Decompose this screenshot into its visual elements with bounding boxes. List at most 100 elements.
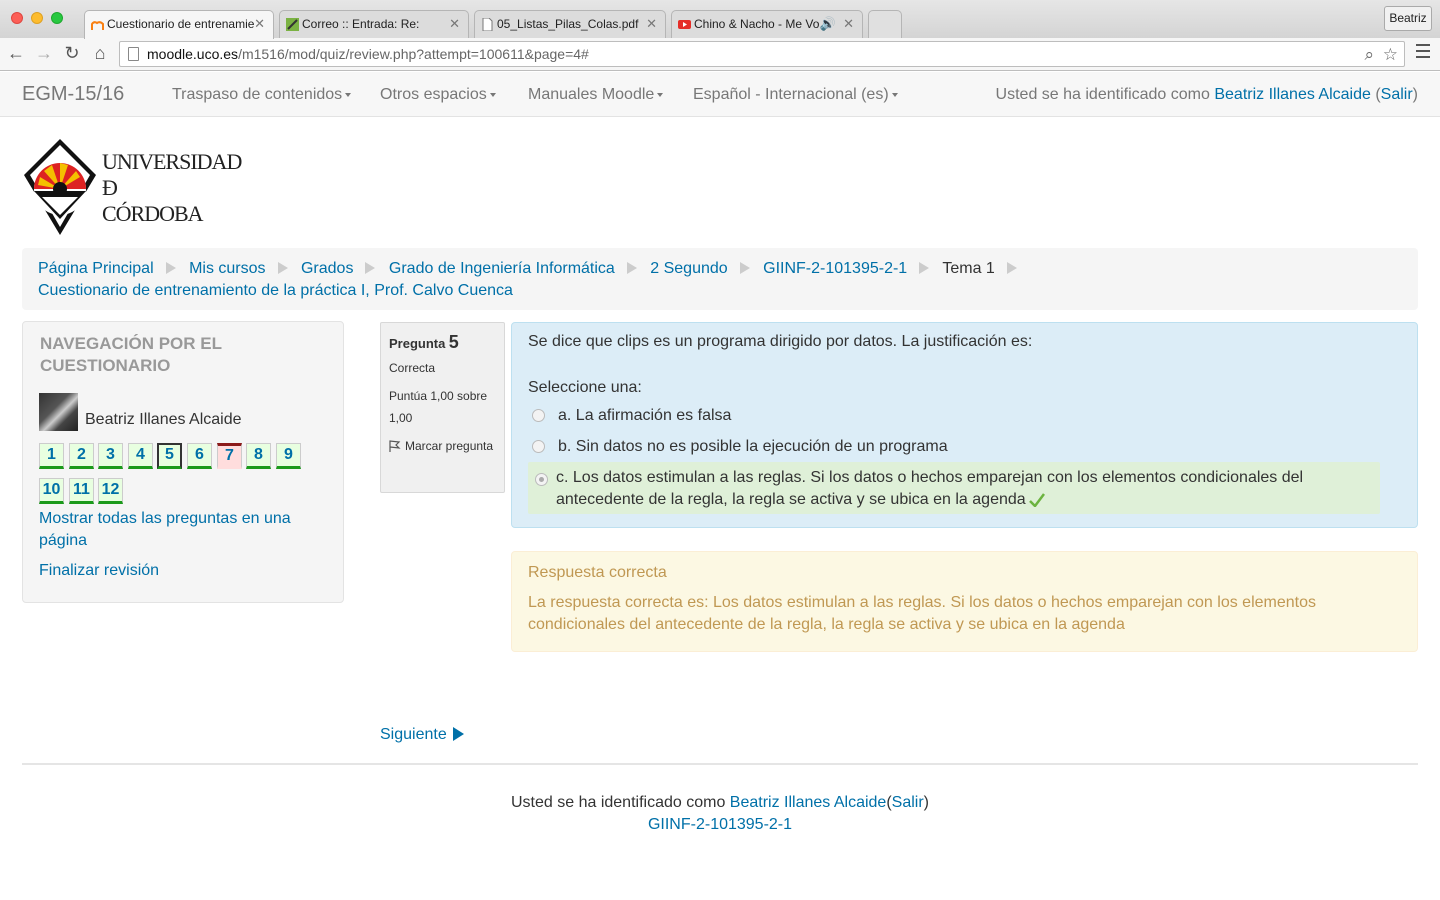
menu-manuales[interactable]: Manuales Moodle <box>528 86 664 104</box>
login-prefix: Usted se ha identificado como <box>995 86 1215 103</box>
radio-c[interactable] <box>535 473 548 486</box>
url-path: /m1516/mod/quiz/review.php?attempt=10061… <box>238 46 589 62</box>
question-info: Pregunta 5 Correcta Puntúa 1,00 sobre 1,… <box>380 322 505 493</box>
moodle-icon <box>91 21 104 30</box>
university-logo[interactable]: UNIVERSIDAD Ð CÓRDOBA <box>22 137 242 237</box>
breadcrumb-my-courses[interactable]: Mis cursos <box>189 260 265 277</box>
footer-course-link[interactable]: GIINF-2-101395-2-1 <box>648 816 792 833</box>
caret-down-icon <box>345 92 352 97</box>
close-tab-icon[interactable]: ✕ <box>646 11 657 37</box>
window-minimize-button[interactable] <box>31 12 43 24</box>
breadcrumb-year[interactable]: 2 Segundo <box>650 260 727 277</box>
window-maximize-button[interactable] <box>51 12 63 24</box>
close-tab-icon[interactable]: 🔊 <box>820 11 836 37</box>
breadcrumb-grados[interactable]: Grados <box>301 260 353 277</box>
breadcrumb-separator-icon <box>165 262 176 274</box>
close-tab-icon[interactable]: ✕ <box>843 11 854 37</box>
menu-label: Manuales Moodle <box>528 86 655 103</box>
feedback-box: Respuesta correcta La respuesta correcta… <box>511 551 1418 652</box>
quiz-nav-button-6[interactable]: 6 <box>187 443 212 469</box>
option-text: b. Sin datos no es posible la ejecución … <box>558 438 948 455</box>
site-brand-link[interactable]: EGM-15/16 <box>22 83 124 106</box>
forward-arrow-icon[interactable]: → <box>33 42 55 64</box>
breadcrumb-quiz[interactable]: Cuestionario de entrenamiento de la prác… <box>38 282 513 299</box>
new-tab-button[interactable] <box>868 10 902 38</box>
home-icon[interactable]: ⌂ <box>89 42 111 64</box>
question-state: Correcta <box>389 361 436 375</box>
menu-otros-espacios[interactable]: Otros espacios <box>380 86 496 104</box>
quiz-nav-button-4[interactable]: 4 <box>128 443 153 469</box>
close-tab-icon[interactable]: ✕ <box>449 11 460 37</box>
breadcrumb-section: Tema 1 <box>942 260 995 277</box>
address-bar[interactable]: moodle.uco.es/m1516/mod/quiz/review.php?… <box>119 41 1405 67</box>
page-icon <box>128 47 139 61</box>
breadcrumb-separator-icon <box>919 262 930 274</box>
quiz-nav-button-10[interactable]: 10 <box>39 478 64 504</box>
browser-tab-mail[interactable]: Correo :: Entrada: Re: ✕ <box>279 10 469 38</box>
zoom-icon[interactable]: ⌕ <box>1364 44 1374 66</box>
avatar[interactable] <box>39 393 78 431</box>
flag-label: Marcar pregunta <box>405 439 494 453</box>
footer-user-link[interactable]: Beatriz Illanes Alcaide <box>730 794 887 811</box>
breadcrumb-separator-icon <box>739 262 750 274</box>
back-arrow-icon[interactable]: ← <box>5 42 27 64</box>
play-arrow-icon <box>452 727 464 741</box>
option-text: c. Los datos estimulan a las reglas. Si … <box>556 469 1304 508</box>
show-all-questions-link[interactable]: Mostrar todas las preguntas en una págin… <box>39 508 299 552</box>
tab-title: Chino & Nacho - Me Vo <box>694 17 820 31</box>
caret-down-icon <box>891 92 898 97</box>
finish-review-link[interactable]: Finalizar revisión <box>39 560 159 582</box>
profile-button[interactable]: Beatriz <box>1384 6 1432 31</box>
menu-traspaso[interactable]: Traspaso de contenidos <box>172 86 352 104</box>
quiz-nav-button-7[interactable]: 7 <box>217 443 242 469</box>
footer-login-info: Usted se ha identificado como Beatriz Il… <box>511 794 929 811</box>
quiz-nav-button-2[interactable]: 2 <box>69 443 94 469</box>
browser-tab-strip: Cuestionario de entrenamie ✕ Correo :: E… <box>0 0 1440 39</box>
site-navbar: EGM-15/16 Traspaso de contenidos Otros e… <box>0 72 1440 117</box>
browser-tab-pdf[interactable]: 05_Listas_Pilas_Colas.pdf ✕ <box>474 10 666 38</box>
question-label: Pregunta <box>389 336 446 351</box>
next-page-link[interactable]: Siguiente <box>380 726 464 744</box>
breadcrumb-course[interactable]: GIINF-2-101395-2-1 <box>763 260 907 277</box>
reload-icon[interactable]: ↻ <box>61 42 83 64</box>
quiz-nav-button-11[interactable]: 11 <box>69 478 94 504</box>
flag-question[interactable]: Marcar pregunta <box>389 435 496 457</box>
user-profile-link[interactable]: Beatriz Illanes Alcaide <box>1214 86 1371 103</box>
window-close-button[interactable] <box>11 12 23 24</box>
quiz-nav-title: NAVEGACIÓN POR EL CUESTIONARIO <box>40 334 222 375</box>
next-label: Siguiente <box>380 726 447 743</box>
menu-language[interactable]: Español - Internacional (es) <box>693 86 898 104</box>
footer: Usted se ha identificado como Beatriz Il… <box>0 792 1440 836</box>
feedback-body: La respuesta correcta es: Los datos esti… <box>528 594 1316 633</box>
mail-icon <box>286 18 299 31</box>
quiz-nav-button-9[interactable]: 9 <box>276 443 301 469</box>
breadcrumb-separator-icon <box>1006 262 1017 274</box>
question-text: Se dice que clips es un programa dirigid… <box>528 333 1033 350</box>
bookmark-star-icon[interactable]: ☆ <box>1383 44 1398 66</box>
divider <box>22 763 1418 765</box>
logout-link[interactable]: Salir <box>1381 86 1413 103</box>
answer-option-c[interactable]: c. Los datos estimulan a las reglas. Si … <box>528 462 1380 514</box>
quiz-nav-button-8[interactable]: 8 <box>246 443 271 469</box>
university-name: UNIVERSIDAD Ð CÓRDOBA <box>102 149 242 227</box>
breadcrumb-home[interactable]: Página Principal <box>38 260 154 277</box>
flag-icon <box>389 440 401 452</box>
quiz-nav-button-1[interactable]: 1 <box>39 443 64 469</box>
feedback-title: Respuesta correcta <box>528 564 667 581</box>
question-grade: Puntúa 1,00 sobre 1,00 <box>389 389 488 425</box>
footer-logout-link[interactable]: Salir <box>892 794 924 811</box>
browser-tab-quiz[interactable]: Cuestionario de entrenamie ✕ <box>84 10 274 39</box>
tab-title: Correo :: Entrada: Re: <box>302 17 420 31</box>
option-text-wrap: c. Los datos estimulan a las reglas. Si … <box>556 467 1376 511</box>
browser-menu-icon[interactable] <box>1416 44 1430 62</box>
close-tab-icon[interactable]: ✕ <box>254 11 265 37</box>
browser-tab-youtube[interactable]: Chino & Nacho - Me Vo 🔊 ✕ <box>671 10 863 38</box>
radio-a[interactable] <box>532 409 545 422</box>
quiz-nav-button-3[interactable]: 3 <box>98 443 123 469</box>
question-number: 5 <box>448 332 459 352</box>
radio-b[interactable] <box>532 440 545 453</box>
quiz-nav-button-5[interactable]: 5 <box>157 443 182 469</box>
quiz-nav-button-12[interactable]: 12 <box>98 478 123 504</box>
logo-line: UNIVERSIDAD <box>102 149 242 174</box>
breadcrumb-degree[interactable]: Grado de Ingeniería Informática <box>389 260 615 277</box>
